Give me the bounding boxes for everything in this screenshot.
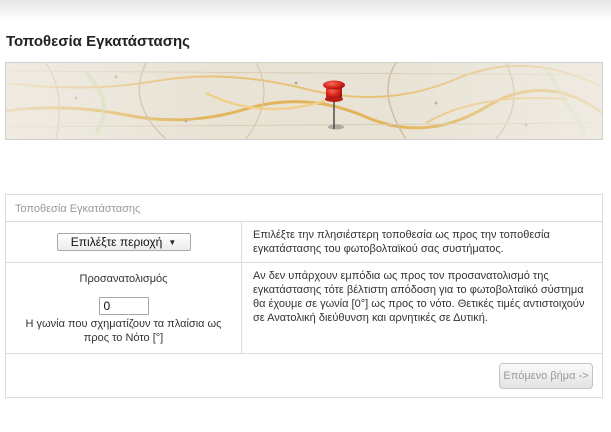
installation-location-panel: Τοποθεσία Εγκατάστασης Επιλέξτε περιοχή … <box>5 194 603 398</box>
region-row: Επιλέξτε περιοχή ▼ Επιλέξτε την πλησιέστ… <box>6 222 602 263</box>
region-select[interactable]: Επιλέξτε περιοχή ▼ <box>56 233 191 251</box>
region-help-text: Επιλέξτε την πλησιέστερη τοποθεσία ως πρ… <box>253 229 550 255</box>
panel-footer: Επόμενο βήμα -> <box>6 354 602 396</box>
orientation-caption: Η γωνία που σχηματίζουν τα πλαίσια ως πρ… <box>25 318 222 344</box>
next-step-button[interactable]: Επόμενο βήμα -> <box>499 363 593 389</box>
region-cell: Επιλέξτε περιοχή ▼ <box>6 222 242 262</box>
orientation-angle-input[interactable] <box>98 297 149 315</box>
panel-header: Τοποθεσία Εγκατάστασης <box>6 195 602 222</box>
map-banner <box>5 62 603 140</box>
orientation-row: Προσανατολισμός Η γωνία που σχηματίζουν … <box>6 263 602 354</box>
page-title: Τοποθεσία Εγκατάστασης <box>6 33 190 50</box>
map-pushpin-image <box>6 63 602 139</box>
orientation-label: Προσανατολισμός <box>79 273 168 285</box>
orientation-cell: Προσανατολισμός Η γωνία που σχηματίζουν … <box>6 263 242 353</box>
top-gradient-bar <box>0 0 611 20</box>
chevron-down-icon: ▼ <box>168 237 177 247</box>
orientation-help-text: Αν δεν υπάρχουν εμπόδια ως προς τον προσ… <box>253 270 585 324</box>
region-select-value: Επιλέξτε περιοχή <box>70 235 163 249</box>
